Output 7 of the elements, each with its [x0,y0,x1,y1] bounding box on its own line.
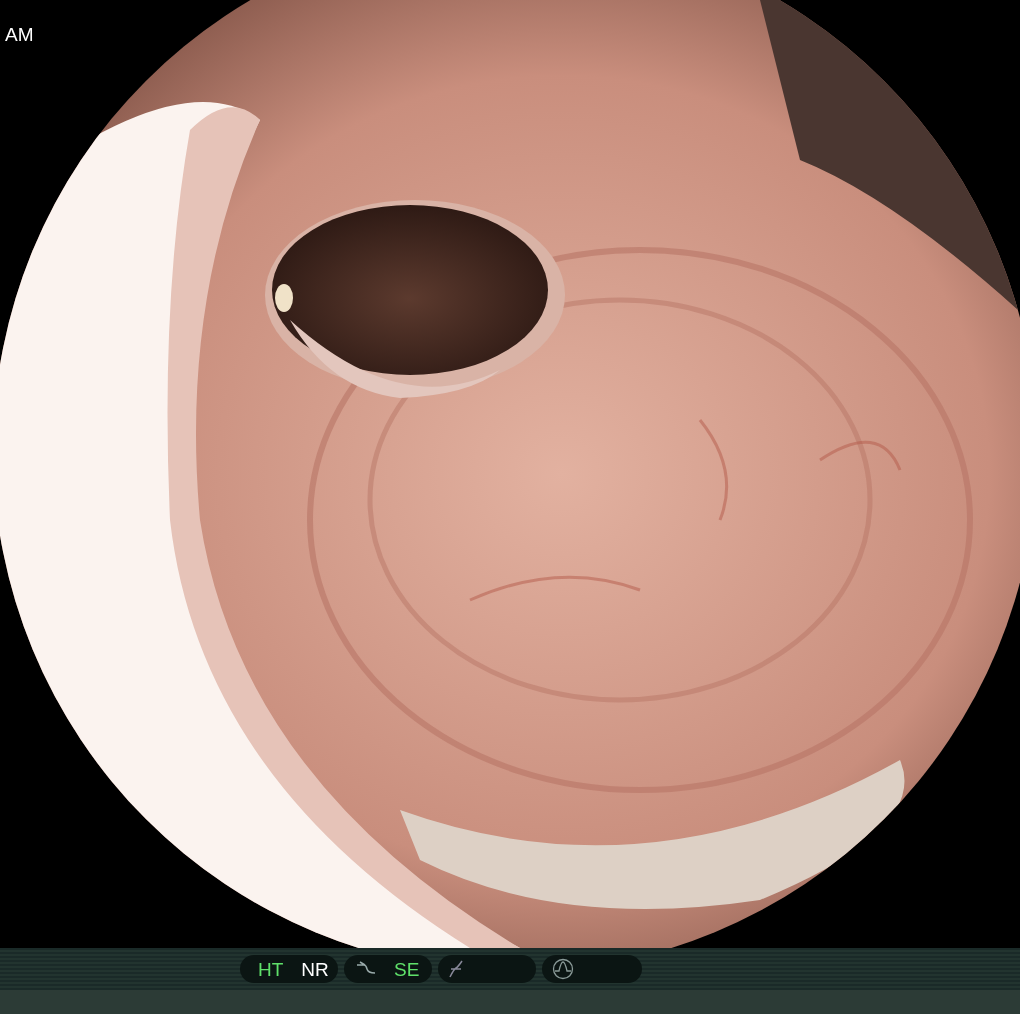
curve-icon [356,961,376,977]
slash-curve-icon [448,960,464,978]
wave-circle-icon [552,958,574,980]
time-text: AM [5,25,34,44]
indicator-label: NR [301,959,329,979]
indicator-label: HT [258,959,284,979]
indicator-label: SE [394,959,420,979]
